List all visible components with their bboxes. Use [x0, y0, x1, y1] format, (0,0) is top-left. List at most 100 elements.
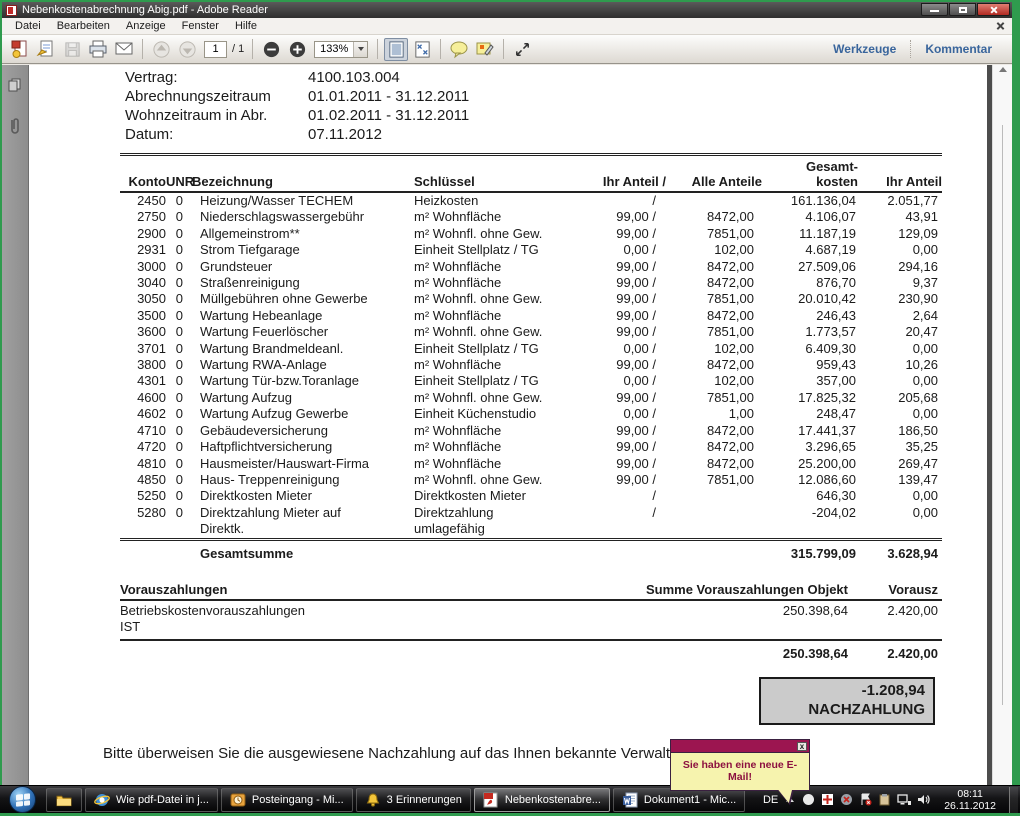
taskbar-clock[interactable]: 08:11 26.11.2012	[939, 788, 1001, 812]
taskbar-item-explorer[interactable]	[46, 788, 82, 812]
cell-gesamtkosten: 357,00	[762, 373, 858, 389]
table-row: 4301 0 Wartung Tür-bzw.Toranlage Einheit…	[120, 373, 942, 389]
cell-alle-anteile: 8472,00	[666, 308, 762, 324]
zoom-dropdown-icon[interactable]	[353, 42, 367, 57]
taskbar-item-word[interactable]: Dokument1 - Mic...	[613, 788, 745, 812]
clipboard-tray-icon[interactable]	[878, 793, 891, 806]
next-page-icon[interactable]	[175, 38, 199, 61]
cell-konto: 4602	[120, 406, 166, 422]
cell-konto: 2450	[120, 192, 166, 209]
zoom-out-icon[interactable]	[259, 38, 283, 61]
attachments-icon[interactable]	[8, 116, 22, 141]
cell-ihr-anteil-von: /	[580, 505, 666, 539]
network-icon[interactable]	[897, 793, 911, 806]
nachzahlung-box: -1.208,94 NACHZAHLUNG	[759, 677, 935, 725]
meta-label: Abrechnungszeitraum	[125, 87, 308, 106]
cell-ihr-anteil: 20,47	[858, 324, 942, 340]
tray-sync-error-icon[interactable]	[840, 793, 853, 806]
cell-ihr-anteil: 35,25	[858, 439, 942, 455]
cell-schluessel: m² Wohnfläche	[414, 259, 580, 275]
menu-item-anzeige[interactable]: Anzeige	[118, 19, 174, 33]
cell-schluessel: m² Wohnfläche	[414, 209, 580, 225]
folder-icon	[56, 792, 72, 808]
tools-pane-button[interactable]: Werkzeuge	[819, 42, 910, 56]
zoom-in-icon[interactable]	[285, 38, 309, 61]
cell-alle-anteile	[666, 488, 762, 504]
menu-item-hilfe[interactable]: Hilfe	[227, 19, 265, 33]
cell-ihr-anteil-von: 99,00 /	[580, 423, 666, 439]
cell-gesamtkosten: 25.200,00	[762, 456, 858, 472]
cell-ihr-anteil-von: 99,00 /	[580, 390, 666, 406]
scroll-up-icon[interactable]	[999, 67, 1007, 72]
action-center-flag-icon[interactable]	[859, 793, 872, 806]
maximize-button[interactable]	[949, 3, 976, 16]
cell-ihr-anteil-von: 99,00 /	[580, 259, 666, 275]
cell-alle-anteile: 7851,00	[666, 291, 762, 307]
scroll-track[interactable]	[1002, 125, 1003, 705]
fit-page-icon[interactable]	[410, 38, 434, 61]
menu-item-fenster[interactable]: Fenster	[174, 19, 227, 33]
tray-status-icon[interactable]	[802, 793, 815, 806]
table-row: 3040 0 Straßenreinigung m² Wohnfläche 99…	[120, 275, 942, 291]
internet-explorer-icon	[94, 792, 110, 808]
language-indicator[interactable]: DE	[763, 794, 778, 806]
cell-bezeichnung: Wartung RWA-Anlage	[192, 357, 414, 373]
cell-ihr-anteil: 0,00	[858, 488, 942, 504]
balloon-close-button[interactable]: x	[797, 742, 807, 751]
cell-bezeichnung: Grundsteuer	[192, 259, 414, 275]
toolbar-close-icon[interactable]	[996, 22, 1004, 30]
scrolling-mode-icon[interactable]	[384, 38, 408, 61]
meta-label: Wohnzeitraum in Abr.	[125, 106, 308, 125]
cell-ihr-anteil-von: 0,00 /	[580, 341, 666, 357]
comment-pane-button[interactable]: Kommentar	[911, 42, 1006, 56]
taskbar-item-reminders[interactable]: 3 Erinnerungen	[356, 788, 471, 812]
vertical-scrollbar[interactable]	[992, 65, 1012, 785]
page-thumbnails-icon[interactable]	[7, 77, 23, 98]
tray-app-icon[interactable]	[821, 793, 834, 806]
menu-item-bearbeiten[interactable]: Bearbeiten	[49, 19, 118, 33]
cell-gesamtkosten: -204,02	[762, 505, 858, 539]
volume-icon[interactable]	[917, 793, 931, 806]
cell-konto: 2750	[120, 209, 166, 225]
email-icon[interactable]	[112, 38, 136, 61]
cell-konto: 3500	[120, 308, 166, 324]
create-pdf-icon[interactable]	[8, 38, 32, 61]
gesamtsumme-ihr: 3.628,94	[858, 539, 942, 562]
taskbar-item-internet-explorer[interactable]: Wie pdf-Datei in j...	[85, 788, 218, 812]
taskbar-item-adobe-reader[interactable]: Nebenkostenabre...	[474, 788, 610, 812]
cell-gesamtkosten: 17.441,37	[762, 423, 858, 439]
taskbar-item-label: Posteingang - Mi...	[252, 794, 344, 806]
close-button[interactable]	[977, 3, 1010, 16]
cell-schluessel: Einheit Stellplatz / TG	[414, 242, 580, 258]
sticky-note-icon[interactable]	[447, 38, 471, 61]
page-number-input[interactable]: 1	[204, 41, 227, 58]
minimize-button[interactable]	[921, 3, 948, 16]
payment-instruction: Bitte überweisen Sie die ausgewiesene Na…	[103, 745, 986, 762]
taskbar-item-outlook[interactable]: Posteingang - Mi...	[221, 788, 353, 812]
cell-unr: 0	[166, 259, 192, 275]
gesamtsumme-label: Gesamtsumme	[192, 539, 414, 562]
fullscreen-icon[interactable]	[510, 38, 534, 61]
cell-ihr-anteil: 0,00	[858, 242, 942, 258]
show-desktop-button[interactable]	[1009, 787, 1018, 813]
cell-ihr-anteil-von: 0,00 /	[580, 406, 666, 422]
cell-unr: 0	[166, 373, 192, 389]
cell-unr: 0	[166, 242, 192, 258]
print-icon[interactable]	[86, 38, 110, 61]
cell-ihr-anteil: 2.051,77	[858, 192, 942, 209]
highlight-text-icon[interactable]	[473, 38, 497, 61]
cell-konto: 3800	[120, 357, 166, 373]
cell-ihr-anteil-von: 99,00 /	[580, 226, 666, 242]
cell-ihr-anteil: 43,91	[858, 209, 942, 225]
previous-page-icon[interactable]	[149, 38, 173, 61]
start-button[interactable]	[9, 786, 36, 813]
menu-item-datei[interactable]: Datei	[7, 19, 49, 33]
cell-unr: 0	[166, 390, 192, 406]
save-icon[interactable]	[60, 38, 84, 61]
open-file-icon[interactable]	[34, 38, 58, 61]
cell-konto: 3701	[120, 341, 166, 357]
zoom-level-select[interactable]: 133%	[314, 41, 368, 58]
voraus-row-objekt: 250.398,64	[600, 600, 850, 640]
cell-bezeichnung: Gebäudeversicherung	[192, 423, 414, 439]
cell-unr: 0	[166, 505, 192, 539]
